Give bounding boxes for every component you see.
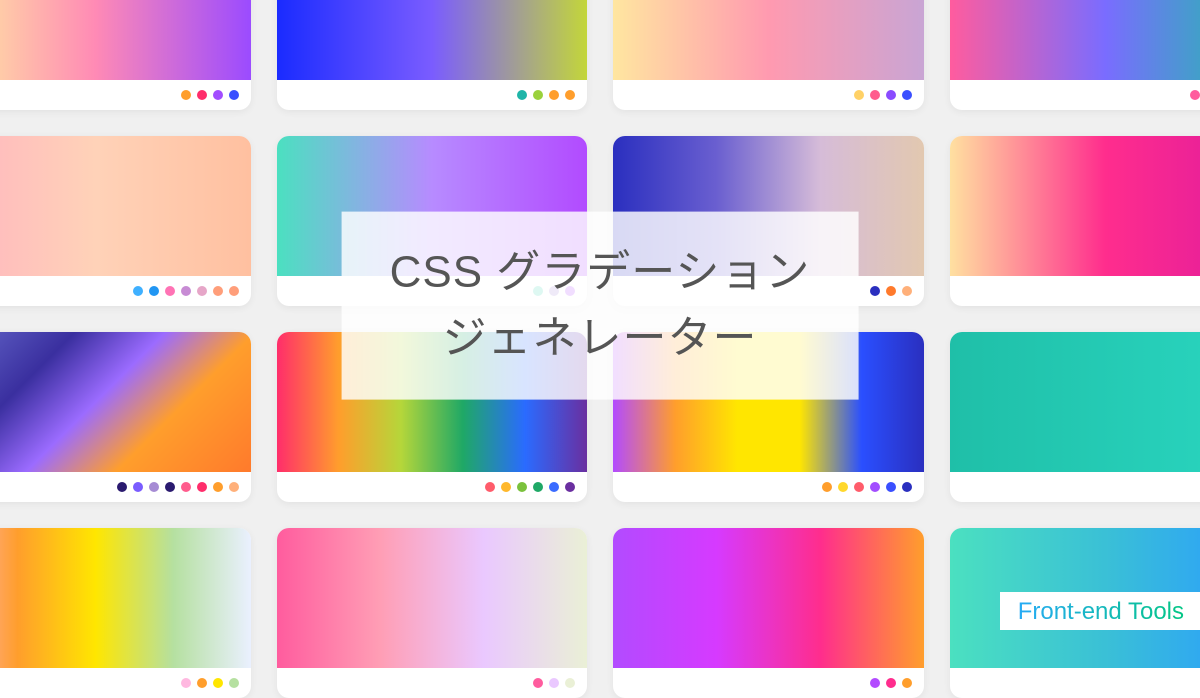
color-dot[interactable] [902, 482, 912, 492]
color-dot[interactable] [165, 286, 175, 296]
color-dots [950, 80, 1200, 110]
color-dot[interactable] [133, 482, 143, 492]
color-dots [950, 472, 1200, 502]
color-dot[interactable] [197, 90, 207, 100]
color-dot[interactable] [902, 678, 912, 688]
color-dot[interactable] [229, 286, 239, 296]
color-dot[interactable] [549, 90, 559, 100]
color-dot[interactable] [197, 286, 207, 296]
gradient-swatch [613, 528, 924, 668]
gradient-card[interactable] [950, 136, 1200, 306]
color-dot[interactable] [181, 286, 191, 296]
color-dot[interactable] [533, 482, 543, 492]
color-dot[interactable] [565, 678, 575, 688]
color-dot[interactable] [181, 678, 191, 688]
color-dots [613, 472, 924, 502]
color-dot[interactable] [870, 286, 880, 296]
gradient-card[interactable] [950, 332, 1200, 502]
title-overlay: CSS グラデーション ジェネレーター [342, 212, 859, 400]
color-dot[interactable] [854, 482, 864, 492]
gradient-swatch [0, 332, 251, 472]
gradient-swatch [950, 332, 1200, 472]
color-dot[interactable] [213, 678, 223, 688]
color-dots [613, 80, 924, 110]
color-dot[interactable] [870, 482, 880, 492]
title-line-1: CSS グラデーション [390, 240, 811, 306]
color-dots [0, 668, 251, 698]
gradient-card[interactable] [613, 528, 924, 698]
color-dot[interactable] [902, 90, 912, 100]
color-dot[interactable] [565, 482, 575, 492]
color-dot[interactable] [229, 482, 239, 492]
gradient-card[interactable] [277, 0, 588, 110]
color-dot[interactable] [197, 482, 207, 492]
gradient-card[interactable] [950, 0, 1200, 110]
color-dot[interactable] [181, 90, 191, 100]
gradient-swatch [277, 528, 588, 668]
color-dots [277, 472, 588, 502]
gradient-swatch [950, 136, 1200, 276]
color-dot[interactable] [229, 90, 239, 100]
color-dot[interactable] [549, 482, 559, 492]
color-dots [0, 472, 251, 502]
color-dot[interactable] [854, 90, 864, 100]
gradient-card[interactable] [0, 136, 251, 306]
color-dot[interactable] [485, 482, 495, 492]
color-dot[interactable] [501, 482, 511, 492]
color-dot[interactable] [533, 90, 543, 100]
brand-label: Front-end Tools [1004, 592, 1200, 630]
color-dots [277, 668, 588, 698]
color-dot[interactable] [838, 482, 848, 492]
gradient-swatch [277, 0, 588, 80]
color-dot[interactable] [533, 678, 543, 688]
color-dots [950, 668, 1200, 698]
color-dot[interactable] [1190, 90, 1200, 100]
color-dot[interactable] [565, 90, 575, 100]
color-dot[interactable] [165, 482, 175, 492]
color-dot[interactable] [133, 286, 143, 296]
color-dot[interactable] [197, 678, 207, 688]
gradient-swatch [613, 0, 924, 80]
gradient-swatch [950, 0, 1200, 80]
color-dot[interactable] [822, 482, 832, 492]
color-dot[interactable] [902, 286, 912, 296]
gradient-swatch [0, 0, 251, 80]
gradient-card[interactable] [277, 528, 588, 698]
color-dot[interactable] [886, 482, 896, 492]
color-dot[interactable] [213, 482, 223, 492]
gradient-swatch [0, 528, 251, 668]
color-dot[interactable] [870, 90, 880, 100]
color-dots [277, 80, 588, 110]
color-dots [0, 276, 251, 306]
gradient-card[interactable] [0, 0, 251, 110]
color-dot[interactable] [549, 678, 559, 688]
color-dot[interactable] [517, 90, 527, 100]
color-dot[interactable] [886, 678, 896, 688]
gradient-card[interactable] [613, 0, 924, 110]
color-dot[interactable] [181, 482, 191, 492]
title-line-2: ジェネレーター [390, 306, 811, 372]
color-dot[interactable] [149, 482, 159, 492]
color-dot[interactable] [517, 482, 527, 492]
color-dots [613, 668, 924, 698]
color-dots [950, 276, 1200, 306]
color-dot[interactable] [870, 678, 880, 688]
gradient-card[interactable] [0, 332, 251, 502]
color-dot[interactable] [117, 482, 127, 492]
color-dots [0, 80, 251, 110]
color-dot[interactable] [886, 286, 896, 296]
color-dot[interactable] [213, 286, 223, 296]
color-dot[interactable] [213, 90, 223, 100]
gradient-card[interactable] [0, 528, 251, 698]
gradient-swatch [0, 136, 251, 276]
color-dot[interactable] [149, 286, 159, 296]
color-dot[interactable] [886, 90, 896, 100]
color-dot[interactable] [229, 678, 239, 688]
